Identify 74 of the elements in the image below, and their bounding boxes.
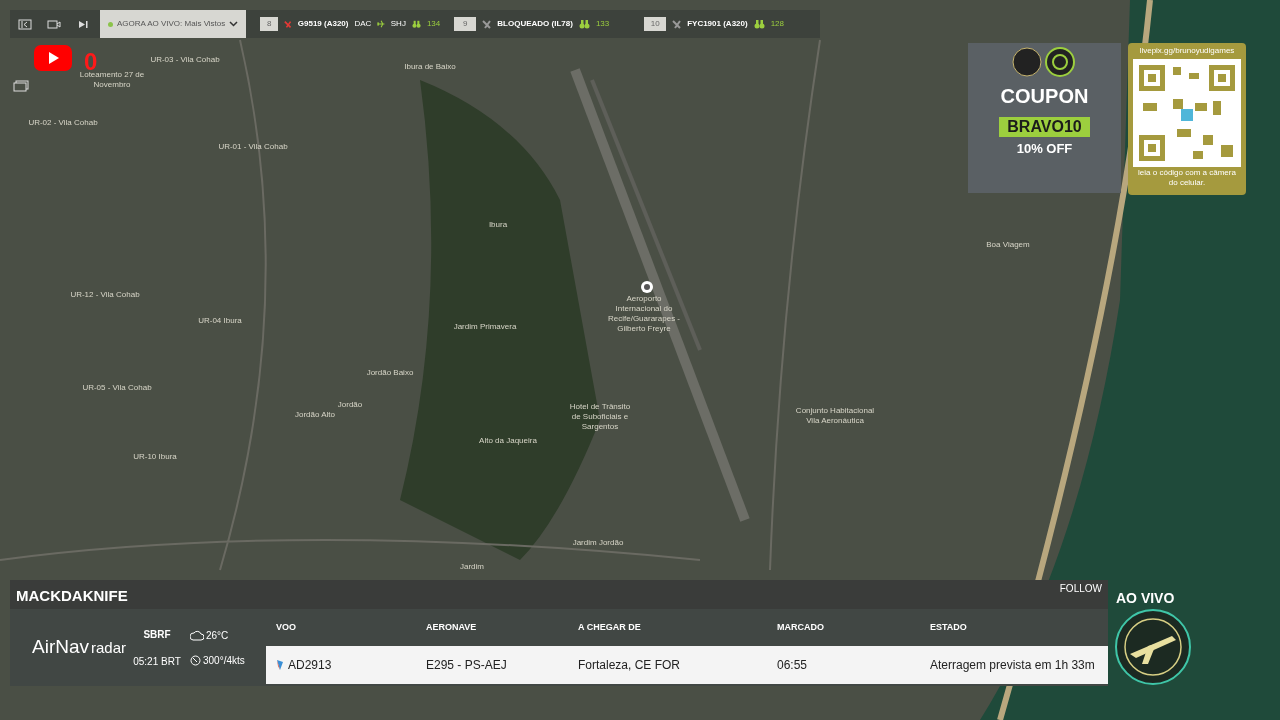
map-label: UR-10 Ibura xyxy=(132,452,178,462)
rank-badge: 9 xyxy=(454,17,477,31)
map-label: Hotel de Trânsito de Suboficiais e Sargentos xyxy=(568,402,632,432)
coupon-title: COUPON xyxy=(1000,85,1089,107)
airline-logo-icon xyxy=(672,19,682,29)
map-label: Conjunto Habitacional Vila Aeronáutica xyxy=(795,406,875,426)
qr-url: livepix.gg/brunoyudigames xyxy=(1139,45,1235,57)
map-label: Jordão Alto xyxy=(294,410,336,420)
route-origin: DAC xyxy=(354,18,372,30)
rank-badge: 10 xyxy=(644,17,667,31)
map-label: UR-03 - Vila Cohab xyxy=(150,55,220,65)
column-header: VOO xyxy=(276,620,297,634)
map-label: Jardim xyxy=(459,562,485,572)
viewer-count: 133 xyxy=(595,18,610,30)
trending-flight-item[interactable]: 10 FYC1901 (A320) 128 xyxy=(644,17,820,31)
binoculars-icon xyxy=(411,19,421,29)
trending-flight-item[interactable]: 9 BLOQUEADO (IL78) 133 xyxy=(454,17,631,31)
airport-pin-icon xyxy=(640,280,654,294)
coupon-discount: 10% OFF xyxy=(1016,140,1073,158)
local-time: 05:21 BRT xyxy=(133,654,181,669)
map-label: Jardim Jordão xyxy=(571,538,625,548)
column-header: ESTADO xyxy=(930,620,968,634)
table-cell-text: E295 - PS-AEJ xyxy=(426,657,507,674)
airport-code: SBRF xyxy=(143,627,171,642)
layers-icon[interactable] xyxy=(13,80,29,92)
wind: 300°/4kts xyxy=(203,653,245,668)
airline-logo-icon xyxy=(276,659,284,671)
map-label: UR-04 Ibura xyxy=(197,316,243,326)
chevron-down-icon xyxy=(229,21,239,27)
map-label: Aeroporto Internacional do Recife/Guararapes - Gilberto Freyre xyxy=(607,294,681,334)
live-label: AO VIVO xyxy=(1116,589,1175,608)
flight-callsign: G9519 (A320) xyxy=(297,18,349,30)
viewer-count: 134 xyxy=(426,18,441,30)
trending-flight-item[interactable]: 8 G9519 (A320) DAC SHJ 134 xyxy=(260,17,441,31)
airline-logo-icon xyxy=(482,19,492,29)
sponsor-logos-drawing xyxy=(1011,47,1078,77)
map-label: Jardim Primavera xyxy=(452,322,518,332)
follow-button[interactable]: FOLLOW xyxy=(1059,581,1102,596)
table-cell-text: 06:55 xyxy=(777,657,808,674)
map-label: Alto da Jaqueira xyxy=(478,436,538,446)
map-label: UR-02 - Vila Cohab xyxy=(28,118,98,128)
airnav-logo: AirNavradar xyxy=(32,635,127,659)
table-cell-text: AD2913 xyxy=(288,657,332,674)
map-label: Jordão xyxy=(336,400,364,410)
cloud-icon xyxy=(190,629,204,641)
map-label: Jordão Baixo xyxy=(365,368,415,378)
rank-badge: 8 xyxy=(260,17,279,31)
map-label: Ibura de Baixo xyxy=(403,62,457,72)
coupon-code: BRAVO10 xyxy=(999,117,1090,137)
column-header: MARCADO xyxy=(777,620,825,634)
map-label: Boa Viagem xyxy=(985,240,1031,250)
wind-direction-icon xyxy=(190,654,201,666)
airline-logo-icon xyxy=(284,19,292,29)
map-label: Loteamento 27 de Novembro xyxy=(78,70,146,90)
viewer-count: 128 xyxy=(770,18,784,30)
live-selector-dropdown[interactable]: AGORA AO VIVO: Mais Vistos xyxy=(99,10,247,38)
map-label: UR-12 - Vila Cohab xyxy=(70,290,140,300)
column-header: A CHEGAR DE xyxy=(578,620,642,634)
binoculars-icon xyxy=(578,19,590,29)
temperature: 26°C xyxy=(206,628,229,643)
map-label: Ibura xyxy=(487,220,509,230)
map-label: UR-05 - Vila Cohab xyxy=(82,383,152,393)
flight-callsign: BLOQUEADO (IL78) xyxy=(497,18,573,30)
qr-caption: leia o código com a câmera do celular. xyxy=(1137,168,1237,188)
map-label: UR-01 - Vila Cohab xyxy=(218,142,288,152)
route-destination: SHJ xyxy=(390,18,406,30)
flight-callsign: FYC1901 (A320) xyxy=(687,18,748,30)
table-cell-text: Aterragem prevista em 1h 33m xyxy=(930,657,1095,674)
airplane-icon xyxy=(377,20,385,28)
binoculars-icon xyxy=(753,19,765,29)
table-cell-text: Fortaleza, CE FOR xyxy=(578,657,681,674)
username: MACKDAKNIFE xyxy=(16,586,128,606)
youtube-icon[interactable] xyxy=(34,45,72,71)
column-header: AERONAVE xyxy=(426,620,478,634)
